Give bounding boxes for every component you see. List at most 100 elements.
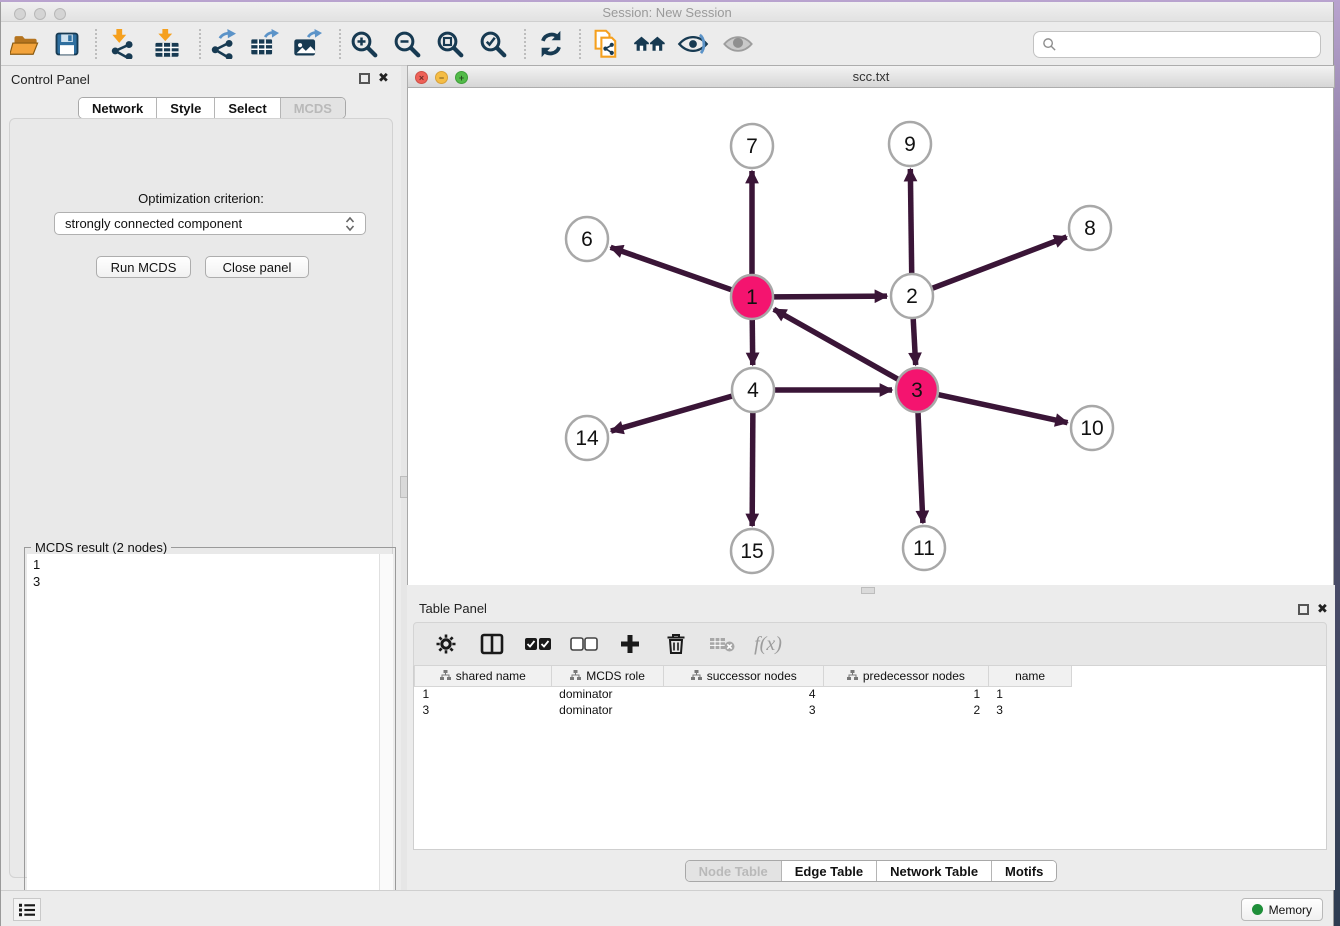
zoom-fit-icon[interactable] [432, 27, 468, 61]
table-close-icon[interactable]: ✖ [1317, 601, 1328, 617]
table-tab-edge-table[interactable]: Edge Table [782, 861, 877, 881]
edge-1-2[interactable] [774, 296, 887, 297]
main-titlebar: Session: New Session [1, 2, 1333, 22]
add-column-icon[interactable] [616, 631, 644, 657]
import-network-icon[interactable] [103, 27, 139, 61]
cell-shared-name[interactable]: 3 [415, 702, 552, 718]
show-all-icon[interactable] [720, 27, 756, 61]
mcds-result-text[interactable]: 13 [27, 554, 379, 919]
column-label: MCDS role [586, 669, 645, 683]
node-10[interactable]: 10 [1071, 406, 1113, 450]
cell-successor-nodes[interactable]: 4 [664, 686, 824, 702]
refresh-icon[interactable] [533, 27, 569, 61]
table-tab-motifs[interactable]: Motifs [992, 861, 1056, 881]
status-bar: Memory [1, 890, 1333, 926]
export-image-icon[interactable] [289, 27, 325, 61]
memory-label: Memory [1269, 903, 1312, 917]
column-header-shared-name[interactable]: shared name [415, 666, 552, 686]
cell-MCDS-role[interactable]: dominator [551, 702, 664, 718]
mcds-result-title: MCDS result (2 nodes) [31, 540, 171, 555]
dropdown-arrows-icon [345, 216, 355, 232]
edge-4-14[interactable] [611, 396, 732, 431]
zoom-out-icon[interactable] [389, 27, 425, 61]
deselect-all-icon[interactable] [570, 631, 598, 657]
node-11[interactable]: 11 [903, 526, 945, 570]
tab-style[interactable]: Style [157, 98, 215, 118]
node-14[interactable]: 14 [566, 416, 608, 460]
result-scrollbar[interactable] [379, 554, 393, 919]
table-float-icon[interactable] [1298, 604, 1309, 615]
column-header-successor-nodes[interactable]: successor nodes [664, 666, 824, 686]
node-label-10: 10 [1080, 417, 1103, 440]
task-history-button[interactable] [13, 898, 41, 921]
network-canvas[interactable]: 7 9 6 8 1 2 4 3 14 10 15 11 [407, 88, 1334, 585]
zoom-in-icon[interactable] [346, 27, 382, 61]
edge-2-3[interactable] [913, 318, 916, 365]
node-8[interactable]: 8 [1069, 206, 1111, 250]
cell-shared-name[interactable]: 1 [415, 686, 552, 702]
cell-name[interactable]: 3 [988, 702, 1072, 718]
node-15[interactable]: 15 [731, 529, 773, 573]
column-label: predecessor nodes [863, 669, 965, 683]
export-network-icon[interactable] [203, 27, 239, 61]
cell-predecessor-nodes[interactable]: 1 [824, 686, 989, 702]
column-header-name[interactable]: name [988, 666, 1072, 686]
table-tab-node-table[interactable]: Node Table [686, 861, 782, 881]
node-label-6: 6 [581, 228, 593, 251]
import-table-icon[interactable] [149, 27, 185, 61]
node-6[interactable]: 6 [566, 217, 608, 261]
memory-button[interactable]: Memory [1241, 898, 1323, 921]
clone-network-icon[interactable] [588, 27, 624, 61]
run-mcds-button[interactable]: Run MCDS [96, 256, 191, 278]
edge-4-15[interactable] [752, 412, 753, 526]
column-label: shared name [456, 669, 526, 683]
cell-successor-nodes[interactable]: 3 [664, 702, 824, 718]
cell-MCDS-role[interactable]: dominator [551, 686, 664, 702]
edge-2-8[interactable] [933, 237, 1067, 288]
node-7[interactable]: 7 [731, 124, 773, 168]
column-header-MCDS-role[interactable]: MCDS role [551, 666, 664, 686]
tab-mcds[interactable]: MCDS [281, 98, 345, 118]
search-box[interactable] [1033, 31, 1321, 58]
network-window-titlebar[interactable]: × − + scc.txt [407, 65, 1335, 88]
close-panel-button[interactable]: Close panel [205, 256, 309, 278]
select-all-icon[interactable] [524, 631, 552, 657]
node-9[interactable]: 9 [889, 122, 931, 166]
node-1[interactable]: 1 [731, 275, 773, 319]
column-view-icon[interactable] [478, 631, 506, 657]
node-4[interactable]: 4 [732, 368, 774, 412]
zoom-selected-icon[interactable] [475, 27, 511, 61]
save-session-icon[interactable] [49, 27, 85, 61]
export-table-icon[interactable] [246, 27, 282, 61]
float-panel-icon[interactable] [359, 73, 370, 84]
optimization-criterion-value: strongly connected component [65, 216, 242, 231]
horizontal-splitter-grip[interactable] [861, 587, 875, 594]
search-input[interactable] [1062, 37, 1320, 52]
settings-gear-icon[interactable] [432, 631, 460, 657]
node-label-3: 3 [911, 379, 923, 402]
table-tab-network-table[interactable]: Network Table [877, 861, 992, 881]
edge-1-6[interactable] [611, 247, 732, 289]
edge-3-10[interactable] [938, 395, 1067, 423]
edge-3-11[interactable] [918, 412, 923, 523]
edge-3-1[interactable] [774, 309, 898, 379]
table-row[interactable]: 1dominator411 [415, 686, 1327, 702]
optimization-criterion-select[interactable]: strongly connected component [54, 212, 366, 235]
cell-name[interactable]: 1 [988, 686, 1072, 702]
toolbar-separator [524, 29, 526, 59]
column-header-predecessor-nodes[interactable]: predecessor nodes [824, 666, 989, 686]
column-label: successor nodes [707, 669, 797, 683]
delete-column-icon[interactable] [662, 631, 690, 657]
node-3[interactable]: 3 [896, 368, 938, 412]
open-session-icon[interactable] [7, 27, 43, 61]
cell-predecessor-nodes[interactable]: 2 [824, 702, 989, 718]
edge-2-9[interactable] [910, 169, 911, 274]
tab-network[interactable]: Network [79, 98, 157, 118]
window-title: Session: New Session [1, 5, 1333, 20]
close-panel-icon[interactable]: ✖ [378, 70, 389, 86]
tab-select[interactable]: Select [215, 98, 280, 118]
first-neighbors-icon[interactable] [632, 27, 668, 61]
hide-selected-icon[interactable] [675, 27, 711, 61]
node-2[interactable]: 2 [891, 274, 933, 318]
table-row[interactable]: 3dominator323 [415, 702, 1327, 718]
